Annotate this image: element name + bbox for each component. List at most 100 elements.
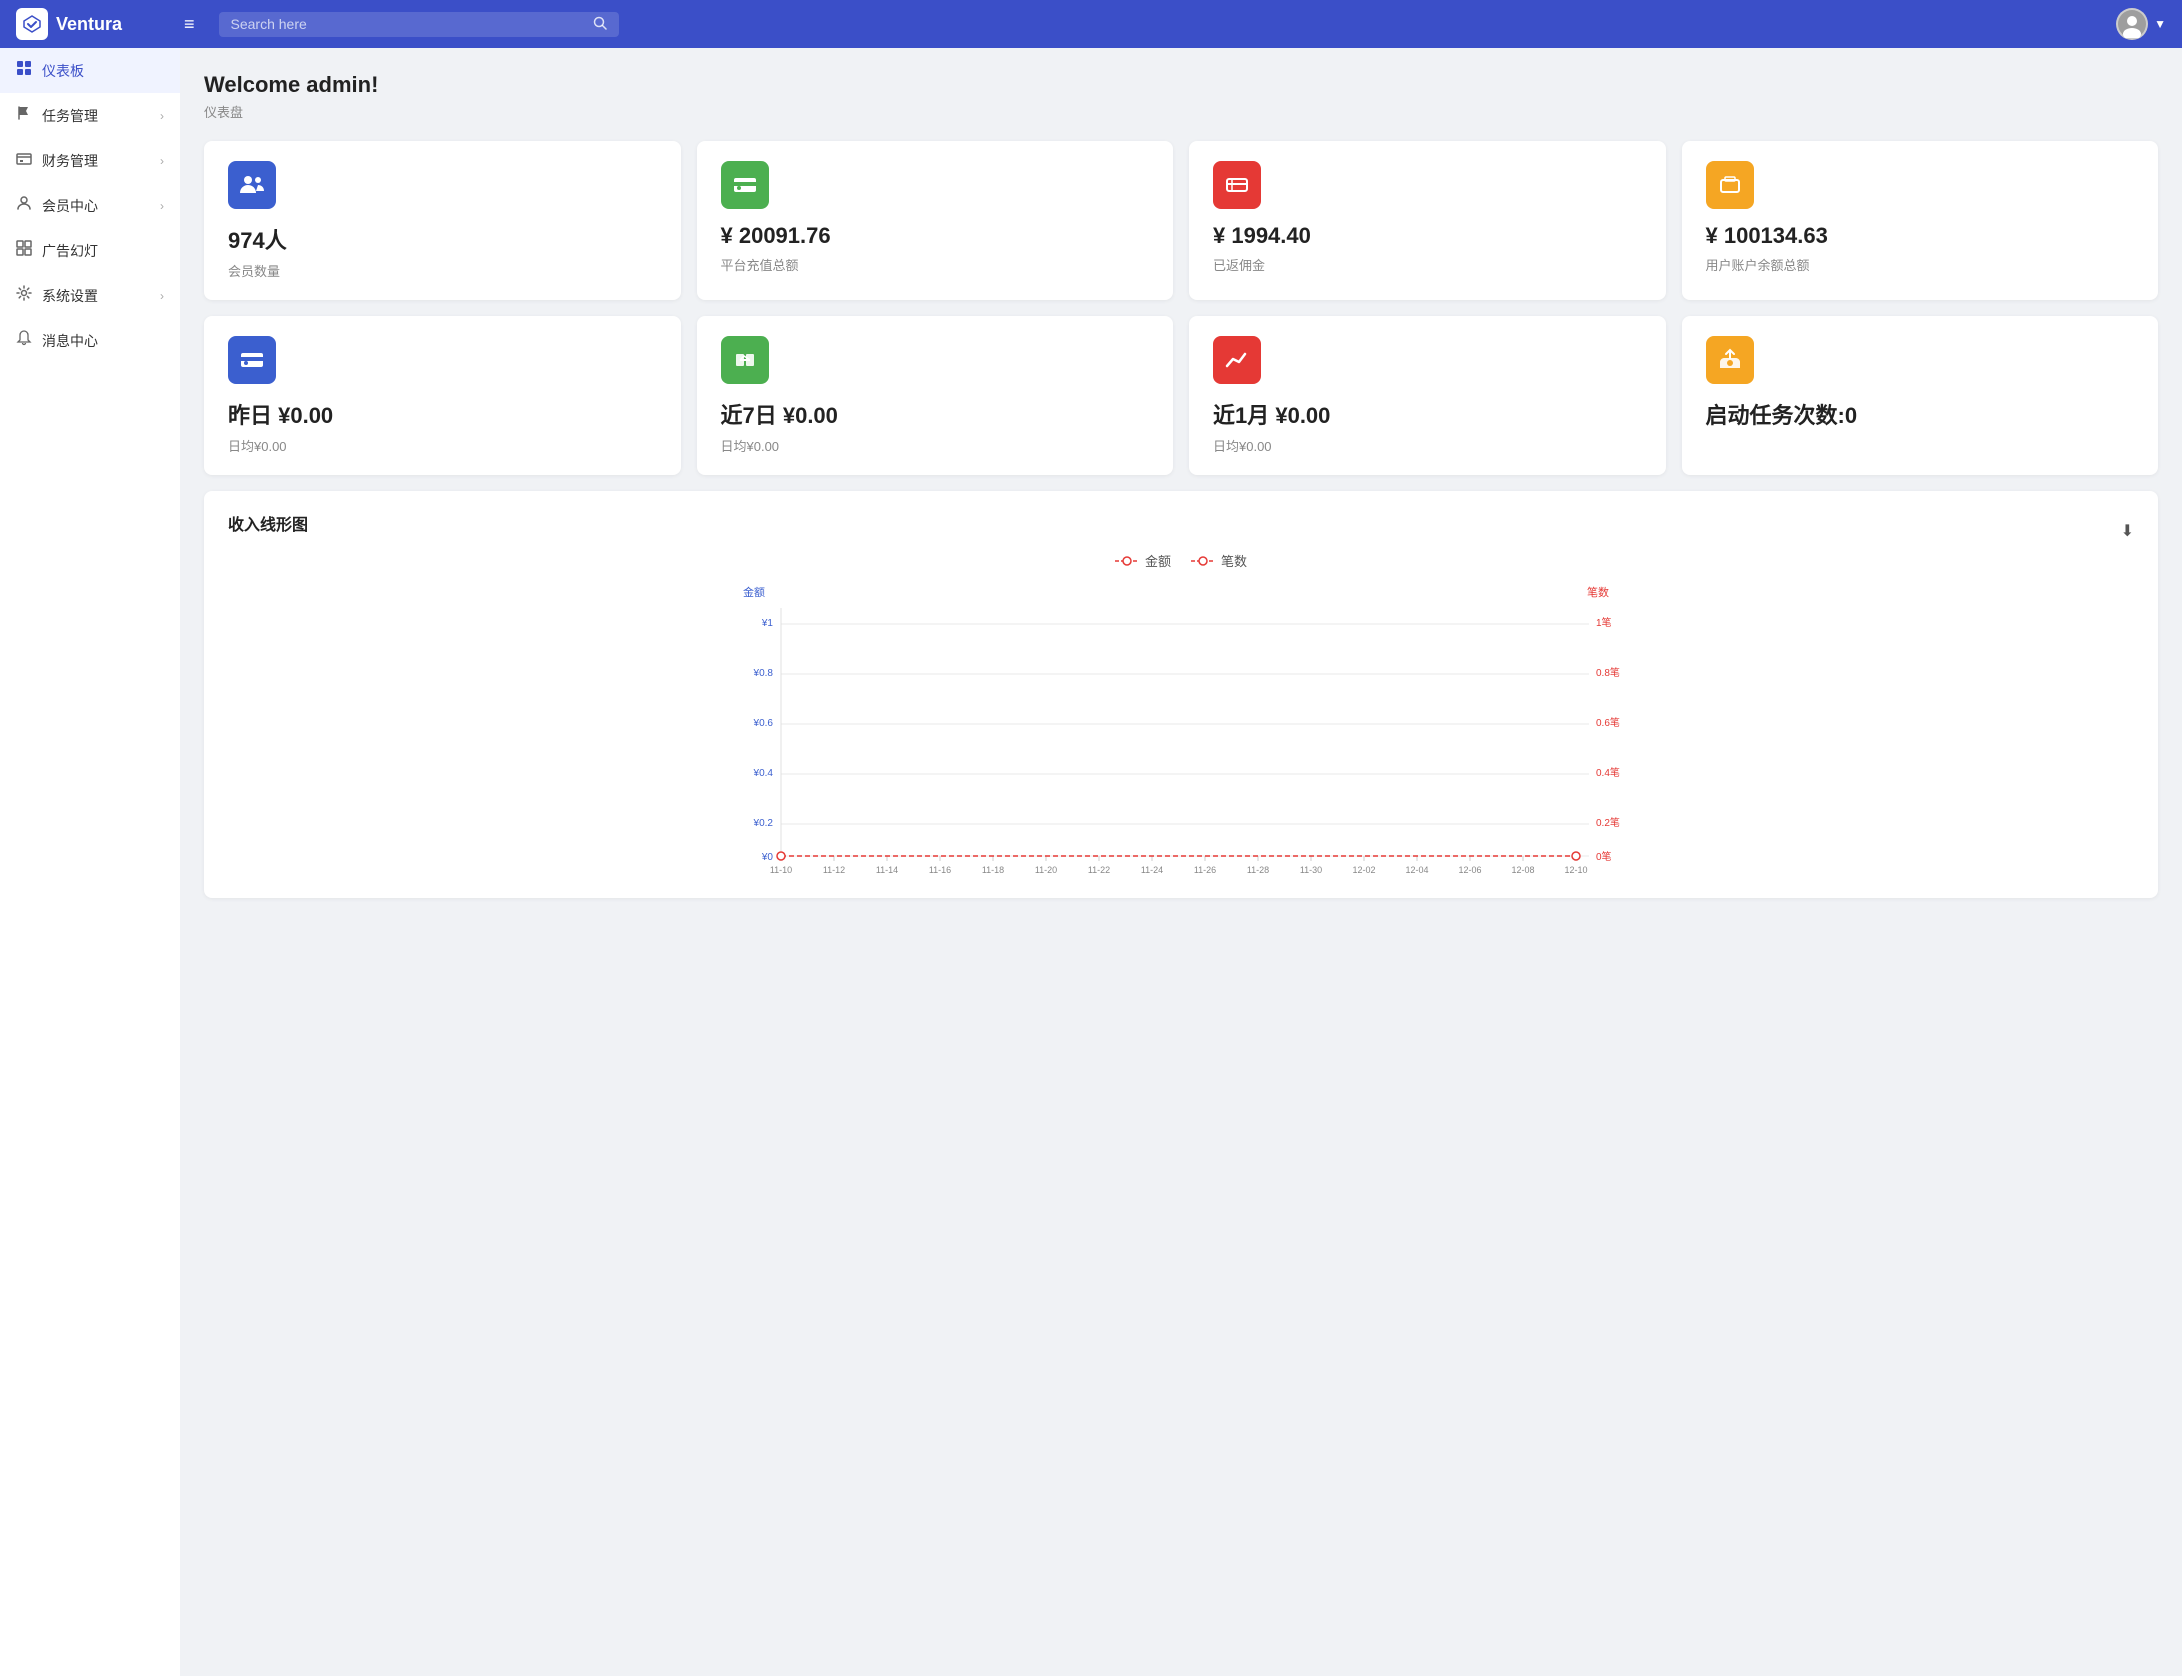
stat-card-balance: ¥ 100134.63 用户账户余额总额 <box>1682 141 2159 300</box>
gear-icon <box>16 285 32 306</box>
svg-text:12-04: 12-04 <box>1405 865 1428 875</box>
sidebar-label-message: 消息中心 <box>42 331 164 351</box>
sidebar-item-dashboard[interactable]: 仪表板 <box>0 48 180 93</box>
chart-legend: 金额 笔数 <box>228 551 2134 570</box>
svg-text:11-26: 11-26 <box>1194 865 1216 875</box>
stat-icon-members <box>228 161 276 209</box>
stats-row-1: 974人 会员数量 ¥ 20091.76 平台充值总额 <box>204 141 2158 300</box>
stat-card-recharge: ¥ 20091.76 平台充值总额 <box>697 141 1174 300</box>
sidebar-label-member: 会员中心 <box>42 196 150 216</box>
flag-icon <box>16 105 32 126</box>
bank-icon <box>16 150 32 171</box>
svg-text:11-14: 11-14 <box>876 865 898 875</box>
sidebar-label-finance: 财务管理 <box>42 151 150 171</box>
svg-text:1笔: 1笔 <box>1596 616 1612 629</box>
stats-row-2: 昨日 ¥0.00 日均¥0.00 近7日 ¥0.00 日均¥0.00 <box>204 316 2158 475</box>
download-button[interactable]: ⬇ <box>2121 521 2134 541</box>
app-body: 仪表板 任务管理 › 财务管理 › <box>0 48 2182 1676</box>
stat-card-week7: 近7日 ¥0.00 日均¥0.00 <box>697 316 1174 475</box>
legend-amount-label: 金额 <box>1145 551 1171 570</box>
svg-text:0.8笔: 0.8笔 <box>1596 666 1620 679</box>
stat-icon-week7 <box>721 336 769 384</box>
svg-text:0笔: 0笔 <box>1596 850 1612 863</box>
sidebar-label-dashboard: 仪表板 <box>42 61 164 81</box>
legend-count: 笔数 <box>1191 551 1247 570</box>
stat-label-balance: 用户账户余额总额 <box>1706 255 2135 274</box>
stat-value-week7: 近7日 ¥0.00 <box>721 398 1150 430</box>
svg-text:11-18: 11-18 <box>982 865 1004 875</box>
stat-value-tasks: 启动任务次数:0 <box>1706 398 2135 430</box>
search-input[interactable] <box>231 16 585 32</box>
stat-icon-yesterday <box>228 336 276 384</box>
stat-label-members: 会员数量 <box>228 261 657 280</box>
svg-text:¥0.4: ¥0.4 <box>753 768 774 779</box>
stat-value-members: 974人 <box>228 223 657 255</box>
sidebar-item-settings[interactable]: 系统设置 › <box>0 273 180 318</box>
sidebar-item-message[interactable]: 消息中心 <box>0 318 180 363</box>
svg-text:11-12: 11-12 <box>823 865 845 875</box>
sidebar-label-task: 任务管理 <box>42 106 150 126</box>
sidebar-item-adlight[interactable]: 广告幻灯 <box>0 228 180 273</box>
stat-icon-month1 <box>1213 336 1261 384</box>
svg-text:11-16: 11-16 <box>929 865 951 875</box>
menu-toggle-button[interactable]: ≡ <box>176 10 203 39</box>
sidebar-label-settings: 系统设置 <box>42 286 150 306</box>
breadcrumb: 仪表盘 <box>204 102 2158 121</box>
user-avatar-button[interactable]: ▼ <box>2116 8 2166 40</box>
stat-icon-balance <box>1706 161 1754 209</box>
svg-text:笔数: 笔数 <box>1587 585 1609 599</box>
chevron-right-icon3: › <box>160 199 164 213</box>
svg-text:12-02: 12-02 <box>1352 865 1375 875</box>
svg-text:12-10: 12-10 <box>1564 865 1587 875</box>
sidebar-label-adlight: 广告幻灯 <box>42 241 164 261</box>
search-icon <box>593 16 607 33</box>
svg-text:0.2笔: 0.2笔 <box>1596 816 1620 829</box>
stat-card-members: 974人 会员数量 <box>204 141 681 300</box>
svg-text:12-08: 12-08 <box>1511 865 1534 875</box>
search-bar[interactable] <box>219 12 619 37</box>
sidebar-item-task[interactable]: 任务管理 › <box>0 93 180 138</box>
stat-card-yesterday: 昨日 ¥0.00 日均¥0.00 <box>204 316 681 475</box>
chart-title: 收入线形图 <box>228 511 308 535</box>
svg-text:11-20: 11-20 <box>1035 865 1057 875</box>
brand-name: Ventura <box>56 14 122 35</box>
stat-card-tasks: 启动任务次数:0 <box>1682 316 2159 475</box>
chart-container: 金额 笔数 ¥1 ¥0.8 ¥0.6 ¥0.4 ¥0.2 ¥0 1笔 0.8笔 … <box>228 578 2134 878</box>
sidebar: 仪表板 任务管理 › 财务管理 › <box>0 48 180 1676</box>
stat-value-month1: 近1月 ¥0.00 <box>1213 398 1642 430</box>
svg-text:¥0: ¥0 <box>761 852 774 863</box>
svg-text:¥0.8: ¥0.8 <box>753 668 774 679</box>
chevron-right-icon2: › <box>160 154 164 168</box>
stat-value-yesterday: 昨日 ¥0.00 <box>228 398 657 430</box>
chevron-right-icon4: › <box>160 289 164 303</box>
chevron-right-icon: › <box>160 109 164 123</box>
svg-text:11-28: 11-28 <box>1247 865 1269 875</box>
sidebar-item-finance[interactable]: 财务管理 › <box>0 138 180 183</box>
brand: Ventura <box>16 8 176 40</box>
main-content: Welcome admin! 仪表盘 974人 会员数量 <box>180 48 2182 1676</box>
svg-text:¥0.6: ¥0.6 <box>753 718 774 729</box>
bell-icon <box>16 330 32 351</box>
stat-icon-recharge <box>721 161 769 209</box>
user-icon <box>16 195 32 216</box>
navbar: Ventura ≡ ▼ <box>0 0 2182 48</box>
stat-icon-cashback <box>1213 161 1261 209</box>
legend-amount: 金额 <box>1115 551 1171 570</box>
svg-text:¥1: ¥1 <box>761 618 774 629</box>
avatar <box>2116 8 2148 40</box>
stat-label-month1: 日均¥0.00 <box>1213 436 1642 455</box>
legend-count-label: 笔数 <box>1221 551 1247 570</box>
chart-svg: 金额 笔数 ¥1 ¥0.8 ¥0.6 ¥0.4 ¥0.2 ¥0 1笔 0.8笔 … <box>228 578 2134 878</box>
svg-text:0.4笔: 0.4笔 <box>1596 766 1620 779</box>
svg-text:11-22: 11-22 <box>1088 865 1110 875</box>
stat-icon-tasks <box>1706 336 1754 384</box>
brand-logo <box>16 8 48 40</box>
page-title: Welcome admin! <box>204 72 2158 98</box>
sidebar-item-member[interactable]: 会员中心 › <box>0 183 180 228</box>
svg-text:11-30: 11-30 <box>1300 865 1322 875</box>
svg-text:¥0.2: ¥0.2 <box>753 818 774 829</box>
svg-text:11-10: 11-10 <box>770 865 792 875</box>
svg-text:12-06: 12-06 <box>1458 865 1481 875</box>
stat-value-cashback: ¥ 1994.40 <box>1213 223 1642 249</box>
chart-section: 收入线形图 ⬇ 金额 笔数 <box>204 491 2158 898</box>
